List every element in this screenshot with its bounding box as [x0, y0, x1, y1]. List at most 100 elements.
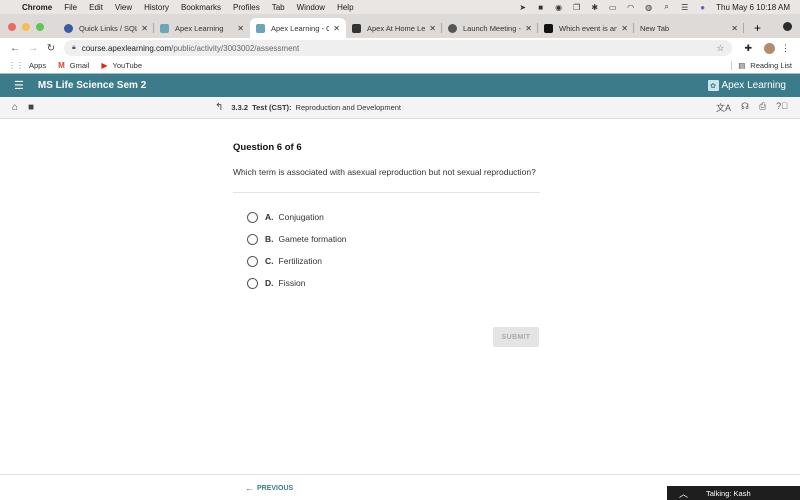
minimize-window-button[interactable]: [22, 23, 30, 31]
bluetooth-icon[interactable]: ✱: [590, 3, 599, 12]
menu-help[interactable]: Help: [337, 3, 353, 12]
text-to-speech-icon[interactable]: ☊: [741, 101, 749, 114]
siri-icon[interactable]: ●: [698, 3, 707, 12]
control-center-icon[interactable]: ☰: [680, 3, 689, 12]
previous-label: PREVIOUS: [257, 484, 294, 492]
option-text: Gamete formation: [278, 234, 347, 244]
tab-quick-links[interactable]: Quick Links / SQL ✕: [58, 18, 154, 38]
up-arrow-icon[interactable]: ↰: [215, 102, 223, 113]
spotlight-search-icon[interactable]: ⌕: [662, 2, 671, 11]
brainly-icon: [544, 23, 553, 33]
lock-icon[interactable]: 🔒︎: [72, 44, 76, 52]
maximize-window-button[interactable]: [36, 23, 44, 31]
close-tab-icon[interactable]: ✕: [333, 24, 340, 33]
bookmark-youtube[interactable]: ▶ YouTube: [101, 61, 142, 70]
address-bar[interactable]: 🔒︎ course.apexlearning.com/public/activi…: [64, 40, 733, 56]
menu-edit[interactable]: Edit: [89, 3, 103, 12]
close-tab-icon[interactable]: ✕: [525, 24, 532, 33]
tab-launch-meeting[interactable]: Launch Meeting - Z ✕: [442, 18, 538, 38]
tab-apex-at-home[interactable]: Apex At Home Lear ✕: [346, 18, 442, 38]
option-text: Conjugation: [278, 212, 324, 222]
tab-separator: [743, 23, 744, 33]
reading-list-button[interactable]: ▤ Reading List: [731, 61, 792, 70]
close-tab-icon[interactable]: ✕: [237, 24, 244, 33]
menu-window[interactable]: Window: [297, 3, 325, 12]
menu-view[interactable]: View: [115, 3, 132, 12]
reading-list-label: Reading List: [750, 61, 792, 70]
profile-avatar[interactable]: [764, 42, 775, 54]
close-tab-icon[interactable]: ✕: [621, 24, 628, 33]
menu-app-name[interactable]: Chrome: [22, 3, 52, 12]
extensions-puzzle-icon[interactable]: ✚: [744, 43, 752, 54]
radio-button[interactable]: [247, 233, 258, 245]
back-button[interactable]: ←: [6, 43, 24, 54]
option-letter: C.: [265, 256, 274, 266]
tab-label: Which event is an e: [559, 23, 618, 33]
window-controls: [8, 16, 44, 38]
tab-new-tab[interactable]: New Tab ✕: [634, 18, 744, 38]
url-path: /public/activity/3003002/assessment: [171, 43, 300, 53]
close-tab-icon[interactable]: ✕: [141, 24, 148, 33]
menu-list-icon[interactable]: ☰: [14, 79, 24, 92]
tab-label: Quick Links / SQL: [79, 23, 138, 33]
option-letter: D.: [265, 278, 274, 288]
help-icon[interactable]: ?⃝: [776, 101, 788, 114]
home-icon[interactable]: ⌂: [12, 102, 18, 113]
globe-icon: [448, 23, 457, 33]
location-icon[interactable]: ➤: [518, 3, 527, 12]
screen-mirror-icon[interactable]: ❐: [572, 3, 581, 12]
print-icon[interactable]: ⎙: [759, 101, 766, 114]
question-number: Question 6 of 6: [233, 142, 302, 153]
briefcase-icon[interactable]: ■: [28, 102, 34, 113]
answer-option-c[interactable]: C. Fertilization: [247, 250, 540, 272]
radio-button[interactable]: [247, 277, 258, 289]
answer-option-b[interactable]: B. Gamete formation: [247, 228, 540, 250]
close-tab-icon[interactable]: ✕: [429, 24, 436, 33]
bookmark-star-icon[interactable]: ☆: [716, 43, 724, 54]
reload-button[interactable]: ↻: [42, 43, 60, 54]
activity-toolbar: ⌂ ■ ↰ 3.3.2 Test (CST): Reproduction and…: [0, 97, 800, 119]
menu-history[interactable]: History: [144, 3, 169, 12]
tab-apex-learning[interactable]: Apex Learning ✕: [154, 18, 250, 38]
youtube-icon: ▶: [101, 61, 108, 70]
tab-label: Apex Learning: [175, 23, 224, 33]
apex-learning-logo: ✿ Apex Learning: [707, 80, 786, 91]
answer-option-a[interactable]: A. Conjugation: [247, 206, 540, 228]
radio-button[interactable]: [247, 211, 258, 223]
bookmark-label: YouTube: [112, 61, 143, 70]
user-icon[interactable]: ◍: [644, 3, 653, 12]
browser-toolbar: ← → ↻ 🔒︎ course.apexlearning.com/public/…: [0, 38, 800, 58]
radio-button[interactable]: [247, 255, 258, 267]
menu-bookmarks[interactable]: Bookmarks: [181, 3, 221, 12]
bookmark-gmail[interactable]: M Gmail: [58, 61, 89, 70]
chrome-menu-icon[interactable]: ⋮: [781, 43, 790, 54]
tab-which-event[interactable]: Which event is an e ✕: [538, 18, 634, 38]
answer-option-d[interactable]: D. Fission: [247, 272, 540, 294]
option-letter: B.: [265, 234, 274, 244]
tab-apex-learning-course[interactable]: Apex Learning - Co ✕: [250, 18, 346, 38]
tab-strip: Quick Links / SQL ✕ Apex Learning ✕ Apex…: [0, 14, 800, 38]
question-text: Which term is associated with asexual re…: [233, 167, 536, 177]
menu-tab[interactable]: Tab: [272, 3, 285, 12]
previous-button[interactable]: ← PREVIOUS: [245, 483, 293, 493]
battery-icon[interactable]: ▭: [608, 3, 617, 12]
menu-file[interactable]: File: [64, 3, 77, 12]
apex-logo-icon: ✿: [707, 80, 719, 91]
play-icon[interactable]: ◉: [554, 3, 563, 12]
close-tab-icon[interactable]: ✕: [731, 24, 738, 33]
close-window-button[interactable]: [8, 23, 16, 31]
macos-menubar: Chrome File Edit View History Bookmarks …: [0, 0, 800, 14]
zoom-talking-overlay[interactable]: ︿ Talking: Kash: [667, 486, 800, 500]
submit-button[interactable]: SUBMIT: [493, 327, 539, 347]
menu-profiles[interactable]: Profiles: [233, 3, 260, 12]
zoom-status-icon[interactable]: ■: [536, 3, 545, 12]
tab-search-icon[interactable]: [783, 22, 792, 31]
translate-icon[interactable]: 文A: [716, 101, 731, 114]
forward-button[interactable]: →: [24, 43, 42, 54]
chevron-up-icon[interactable]: ︿: [679, 487, 688, 500]
globe-icon: [64, 23, 73, 33]
new-tab-button[interactable]: +: [754, 18, 761, 38]
clock[interactable]: Thu May 6 10:18 AM: [716, 3, 790, 12]
bookmark-apps[interactable]: ⋮⋮ Apps: [8, 61, 46, 70]
wifi-icon[interactable]: ◠: [626, 3, 635, 12]
